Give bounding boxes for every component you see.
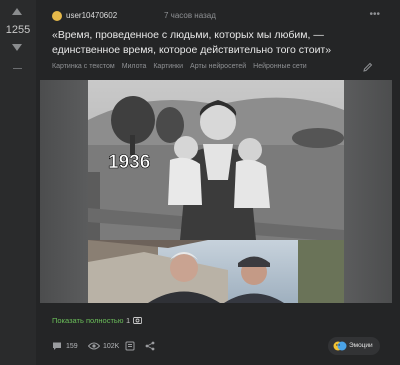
- tag-list: Картинка с текстом Милота Картинки Арты …: [52, 63, 352, 70]
- pencil-icon[interactable]: [363, 62, 373, 72]
- username-link[interactable]: user10470602: [66, 11, 117, 20]
- emoji-faces-icon: [333, 341, 347, 351]
- post-time: 7 часов назад: [164, 11, 216, 20]
- vote-column: 1255: [0, 0, 36, 365]
- tag-link[interactable]: Картинка с текстом: [52, 63, 115, 70]
- show-full-link[interactable]: Показать полностью: [52, 316, 123, 325]
- image-count: 1: [126, 316, 131, 325]
- post-title[interactable]: «Время, проведенное с людьми, которых мы…: [52, 28, 337, 58]
- emoji-label: Эмоции: [349, 342, 373, 349]
- tag-link[interactable]: Нейронные сети: [253, 63, 307, 70]
- image-blur-side: [40, 80, 88, 303]
- rating-count: 1255: [5, 24, 31, 36]
- emoji-reactions-button[interactable]: Эмоции: [328, 337, 380, 355]
- image-blur-side: [344, 80, 392, 303]
- tag-link[interactable]: Милота: [122, 63, 147, 70]
- camera-icon: [133, 317, 142, 324]
- views-count: 102K: [103, 343, 120, 350]
- tag-link[interactable]: Арты нейросетей: [190, 63, 246, 70]
- more-horizontal-icon[interactable]: •••: [369, 9, 380, 20]
- arrow-down-icon[interactable]: [12, 44, 22, 51]
- comment-icon[interactable]: [52, 341, 62, 351]
- post-header: user10470602 7 часов назад •••: [52, 9, 380, 24]
- arrow-up-icon[interactable]: [12, 8, 22, 15]
- avatar[interactable]: [52, 11, 62, 21]
- divider: [13, 68, 22, 69]
- tag-link[interactable]: Картинки: [153, 63, 183, 70]
- share-icon[interactable]: [145, 341, 155, 351]
- photo: 1936: [88, 80, 344, 303]
- comments-count[interactable]: 159: [66, 343, 78, 350]
- eye-icon: [88, 342, 100, 350]
- year-overlay: 1936: [108, 152, 150, 173]
- bookmark-icon[interactable]: [125, 341, 135, 351]
- post-image[interactable]: 1936: [40, 80, 392, 303]
